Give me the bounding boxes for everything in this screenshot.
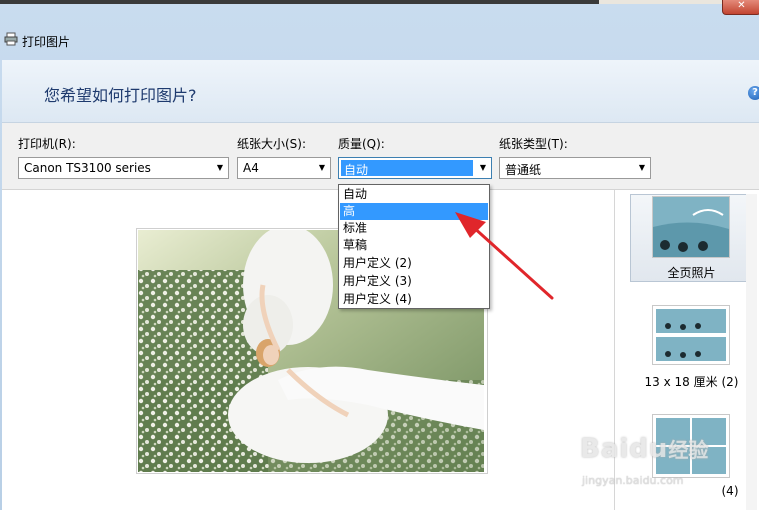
dropdown-arrow-icon[interactable]: ▼	[639, 163, 645, 172]
baidu-watermark: Baidu经验 jingyan.baidu.com	[580, 434, 709, 487]
printer-icon	[4, 32, 18, 46]
window-title: 打印图片	[22, 35, 71, 49]
layout-caption: 全页照片	[667, 266, 716, 280]
dropdown-arrow-icon[interactable]: ▼	[480, 163, 486, 172]
help-icon[interactable]: ?	[748, 86, 759, 100]
quality-value: 自动	[344, 163, 369, 177]
layout-scrollbar[interactable]	[746, 194, 757, 510]
printer-label: 打印机(R):	[18, 137, 76, 151]
settings-row: 打印机(R): Canon TS3100 series ▼ 纸张大小(S): A…	[2, 123, 759, 190]
watermark-suffix: 经验	[668, 438, 709, 462]
quality-option-custom-4[interactable]: 用户定义 (4)	[340, 291, 488, 308]
paper-type-select[interactable]: 普通纸 ▼	[499, 157, 651, 179]
quality-option-custom-2[interactable]: 用户定义 (2)	[340, 255, 488, 272]
title-bar: 打印图片	[0, 4, 759, 60]
layout-caption: 13 x 18 厘米 (2)	[644, 375, 739, 389]
layout-thumbnail[interactable]	[652, 305, 730, 365]
dropdown-arrow-icon[interactable]: ▼	[319, 163, 325, 172]
layout-caption: (4)	[721, 484, 739, 498]
paper-type-label: 纸张类型(T):	[499, 137, 568, 151]
quality-select[interactable]: 自动 ▼	[338, 157, 492, 179]
quality-option-standard[interactable]: 标准	[340, 220, 488, 237]
printer-value: Canon TS3100 series	[24, 161, 151, 175]
quality-option-draft[interactable]: 草稿	[340, 237, 488, 254]
paper-size-value: A4	[243, 161, 259, 175]
paper-size-label: 纸张大小(S):	[237, 137, 307, 151]
watermark-url: jingyan.baidu.com	[582, 474, 684, 487]
dropdown-arrow-icon[interactable]: ▼	[217, 163, 223, 172]
quality-option-custom-3[interactable]: 用户定义 (3)	[340, 273, 488, 290]
quality-option-auto[interactable]: 自动	[340, 186, 488, 203]
header-band: 您希望如何打印图片?	[2, 60, 759, 123]
quality-label: 质量(Q):	[338, 137, 385, 151]
layout-thumbnail[interactable]	[652, 196, 730, 258]
paper-type-value: 普通纸	[505, 163, 542, 177]
paper-size-select[interactable]: A4 ▼	[237, 157, 331, 179]
printer-select[interactable]: Canon TS3100 series ▼	[18, 157, 229, 179]
watermark-brand: Baidu	[580, 434, 669, 464]
quality-option-high[interactable]: 高	[340, 203, 488, 220]
quality-dropdown-list[interactable]: 自动 高 标准 草稿 用户定义 (2) 用户定义 (3) 用户定义 (4)	[338, 184, 490, 309]
page-title: 您希望如何打印图片?	[44, 86, 197, 105]
